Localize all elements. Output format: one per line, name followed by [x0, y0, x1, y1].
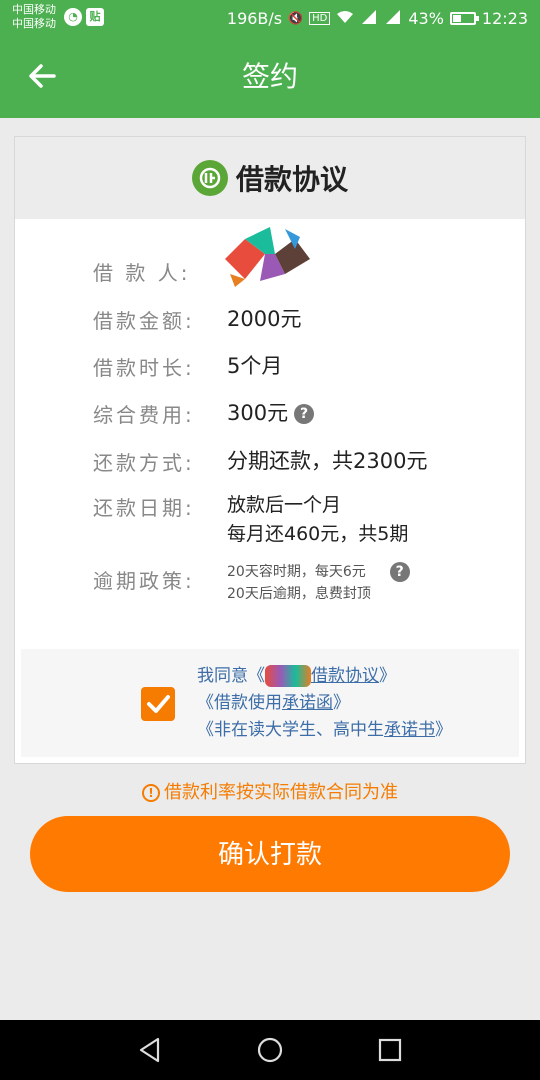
nav-back-icon[interactable]: [134, 1034, 166, 1066]
consent-line-3-suffix: 》: [435, 720, 452, 740]
help-icon[interactable]: ?: [294, 404, 315, 424]
confirm-payment-button[interactable]: 确认打款: [30, 816, 510, 892]
loan-agreement-link[interactable]: 借款协议: [311, 666, 379, 686]
overdue-line-2: 20天后逾期，息费封顶: [227, 586, 371, 602]
app-notification-icon: ◔: [64, 8, 82, 26]
redacted-name: [265, 665, 311, 687]
consent-line-2-suffix: 》: [333, 693, 350, 713]
overdue-policy-label: 逾期政策:: [93, 569, 195, 593]
repayment-date-line-1: 放款后一个月: [227, 494, 342, 516]
consent-line-2-prefix: 《借款使用: [197, 693, 282, 713]
tie-badge: 贴: [86, 8, 104, 26]
consent-line-1: 我同意《 借款协议》: [197, 663, 452, 690]
status-right: 196B/s 🔇 HD 43% 12:23: [227, 0, 528, 36]
agreement-title: 借款协议: [235, 163, 348, 196]
repayment-date-label: 还款日期:: [93, 496, 195, 520]
duration-value: 5个月: [227, 354, 283, 378]
status-bar: 中国移动 中国移动 ◔ 贴 196B/s 🔇 HD 43% 12:23: [0, 0, 540, 36]
overdue-line-1-text: 20天容时期，每天6元: [227, 564, 366, 580]
page-title: 签约: [241, 60, 298, 93]
agreement-card: 借款协议 借 款 人: 借款金额: 2000元 借款时长: 5个月 综合费用: …: [14, 136, 526, 764]
repayment-method-value: 分期还款，共2300元: [227, 449, 428, 473]
wifi-icon: [336, 10, 354, 27]
hd-icon: HD: [309, 11, 331, 25]
app-bar: 签约: [0, 36, 540, 118]
consent-line-2: 《借款使用承诺函》: [197, 690, 452, 717]
carrier-2: 中国移动: [12, 17, 56, 30]
clock: 12:23: [481, 8, 528, 28]
fee-value-wrap: 300元?: [227, 397, 315, 427]
brand-logo-icon: [191, 160, 228, 196]
network-speed: 196B/s: [226, 8, 283, 28]
info-icon: !: [142, 784, 160, 802]
consent-line-3: 《非在读大学生、高中生承诺书》: [197, 717, 452, 744]
rate-notice-text: 借款利率按实际借款合同为准: [164, 782, 398, 803]
consent-line-3-prefix: 《非在读大学生、高中生: [197, 720, 384, 740]
repayment-method-label: 还款方式:: [93, 451, 195, 475]
consent-box: 我同意《 借款协议》 《借款使用承诺函》 《非在读大学生、高中生承诺书》: [21, 649, 519, 757]
amount-value: 2000元: [227, 307, 302, 331]
consent-checkbox[interactable]: [141, 687, 175, 721]
system-nav-bar: [0, 1020, 540, 1080]
signal-4g-icon: [384, 9, 402, 27]
signal-2g-icon: [360, 9, 378, 27]
overdue-policy-value: 20天容时期，每天6元? 20天后逾期，息费封顶: [227, 561, 410, 605]
repayment-date-line-2: 每月还460元，共5期: [227, 523, 409, 545]
overdue-line-1: 20天容时期，每天6元?: [227, 561, 410, 583]
fee-value: 300元: [227, 401, 289, 425]
nav-home-icon[interactable]: [254, 1034, 286, 1066]
rate-notice: ! 借款利率按实际借款合同为准: [0, 778, 540, 804]
consent-line-1-suffix: 》: [379, 666, 396, 686]
mute-icon: 🔇: [288, 11, 304, 25]
carrier-1: 中国移动: [12, 3, 56, 16]
checkmark-icon: [147, 695, 170, 713]
repayment-date-value: 放款后一个月 每月还460元，共5期: [227, 491, 408, 549]
amount-label: 借款金额:: [93, 309, 195, 333]
consent-line-1-prefix: 我同意《: [197, 666, 265, 686]
agreement-header: 借款协议: [15, 137, 525, 219]
battery-icon: [449, 11, 479, 25]
fee-label: 综合费用:: [93, 403, 195, 427]
borrower-avatar: [215, 219, 315, 289]
consent-links: 我同意《 借款协议》 《借款使用承诺函》 《非在读大学生、高中生承诺书》: [197, 663, 452, 744]
nav-recents-icon[interactable]: [374, 1034, 406, 1066]
student-commitment-link[interactable]: 承诺书: [384, 720, 435, 740]
duration-label: 借款时长:: [93, 356, 195, 380]
carrier-labels: 中国移动 中国移动: [12, 3, 56, 31]
usage-commitment-link[interactable]: 承诺函: [282, 693, 333, 713]
borrower-label: 借 款 人:: [93, 261, 191, 285]
battery-percent: 43%: [408, 8, 444, 28]
overdue-help-icon[interactable]: ?: [389, 562, 410, 582]
